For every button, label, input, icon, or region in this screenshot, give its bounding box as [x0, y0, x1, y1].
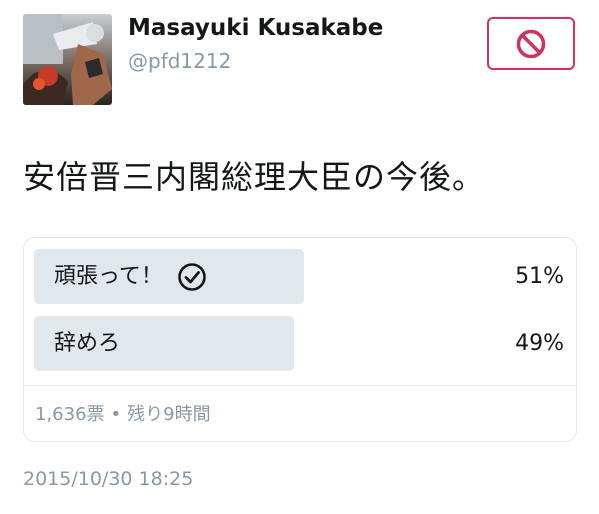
poll-choice-2-percent: 49%	[515, 331, 564, 356]
poll-divider	[24, 385, 576, 386]
display-name[interactable]: Masayuki Kusakabe	[128, 15, 383, 41]
time-left: 残り9時間	[127, 404, 211, 425]
block-icon	[516, 29, 546, 58]
poll-choice-1-text: 頑張って！	[54, 264, 163, 289]
poll-choice-1: 頑張って！ 51%	[34, 249, 564, 304]
poll-card: 頑張って！ 51% 辞めろ 49% 1,636票 • 残り9時間	[23, 237, 577, 442]
tweet-text: 安倍晋三内閣総理大臣の今後。	[23, 158, 486, 196]
tweet-timestamp[interactable]: 2015/10/30 18:25	[23, 468, 193, 490]
block-button[interactable]	[487, 17, 575, 70]
poll-choice-label: 辞めろ	[54, 316, 120, 371]
vote-count: 1,636票	[35, 404, 105, 425]
meta-separator: •	[110, 404, 122, 425]
poll-choice-1-percent: 51%	[515, 264, 564, 289]
avatar[interactable]	[23, 14, 112, 105]
poll-choice-2-text: 辞めろ	[54, 331, 121, 356]
check-circle-icon	[178, 262, 206, 291]
poll-meta: 1,636票 • 残り9時間	[35, 400, 211, 426]
poll-choice-2: 辞めろ 49%	[34, 316, 564, 371]
poll-choice-label: 頑張って！	[54, 249, 207, 304]
user-handle[interactable]: @pfd1212	[128, 49, 231, 73]
